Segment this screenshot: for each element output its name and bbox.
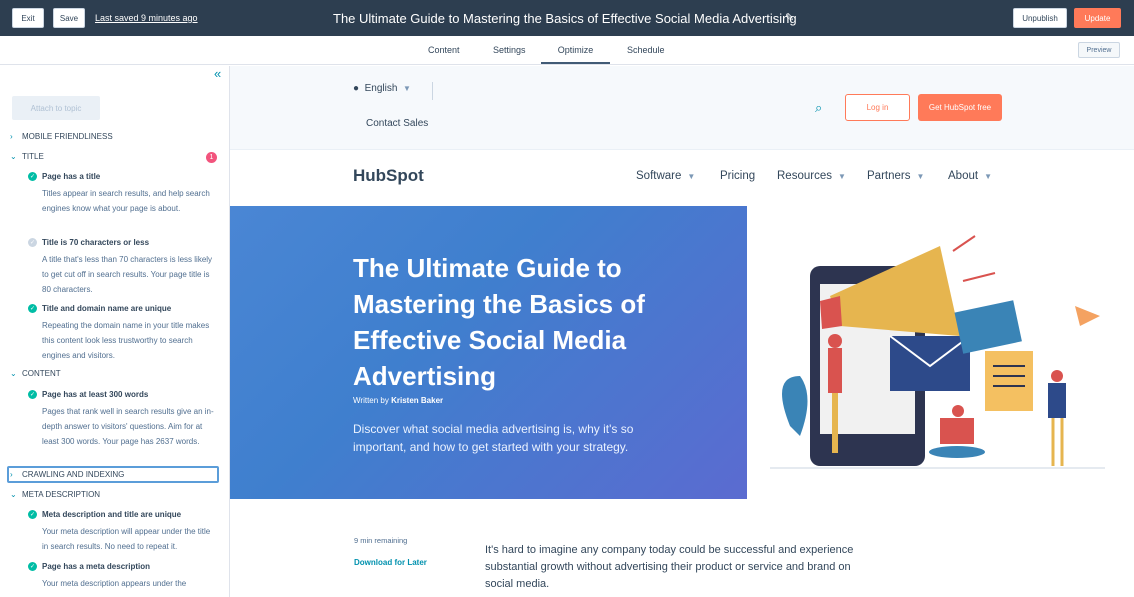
editor-tabs: Content Settings Optimize Schedule Previ…	[0, 36, 1134, 65]
nav-partners[interactable]: Partners ▼	[867, 170, 924, 182]
section-crawling-and-indexing[interactable]: › CRAWLING AND INDEXING	[10, 470, 124, 479]
section-mobile-friendliness[interactable]: › MOBILE FRIENDLINESS	[10, 132, 113, 141]
hubspot-logo[interactable]: HubSpot	[353, 166, 424, 186]
check-title: Title and domain name are unique	[42, 304, 172, 313]
caret-down-icon: ▼	[984, 172, 992, 181]
pencil-icon[interactable]: ✎	[785, 11, 794, 24]
check-description: Repeating the domain name in your title …	[42, 321, 210, 360]
attach-to-topic-button[interactable]: Attach to topic	[12, 96, 100, 120]
tab-optimize[interactable]: Optimize	[541, 45, 610, 64]
nav-pricing[interactable]: Pricing	[720, 170, 755, 182]
exit-button[interactable]: Exit	[12, 8, 44, 28]
hero-banner: The Ultimate Guide to Mastering the Basi…	[230, 206, 747, 499]
author-line: Written by Kristen Baker	[353, 396, 444, 405]
check-title: Meta description and title are unique	[42, 510, 182, 519]
language-switcher[interactable]: ● English ▼	[353, 83, 411, 94]
check-description: Pages that rank well in search results g…	[42, 407, 214, 446]
chevron-down-icon: ⌄	[10, 369, 17, 378]
author-name[interactable]: Kristen Baker	[391, 396, 443, 405]
hero-subtitle: Discover what social media advertising i…	[353, 422, 634, 454]
check-pass-icon: ✓	[28, 510, 37, 519]
update-button[interactable]: Update	[1074, 8, 1121, 28]
divider	[432, 82, 433, 100]
check-description: Your meta description will appear under …	[42, 527, 211, 551]
check-pass-icon: ✓	[28, 172, 37, 181]
chevron-down-icon: ⌄	[10, 490, 17, 499]
globe-icon: ●	[353, 83, 360, 94]
section-title[interactable]: ⌄ TITLE	[10, 152, 44, 161]
site-utility-header: ● English ▼ Contact Sales ⌕ Log in Get H…	[230, 66, 1134, 150]
contact-sales-link[interactable]: Contact Sales	[366, 118, 428, 129]
check-description: Your meta description appears under the	[42, 579, 187, 588]
get-hubspot-free-button[interactable]: Get HubSpot free	[918, 94, 1002, 121]
check-description: Titles appear in search results, and hel…	[42, 189, 210, 213]
caret-down-icon: ▼	[402, 84, 411, 93]
check-title: Page has a title	[42, 172, 101, 181]
check-pass-icon: ✓	[28, 304, 37, 313]
nav-resources[interactable]: Resources ▼	[777, 170, 846, 182]
editor-top-bar: Exit Save Last saved 9 minutes ago The U…	[0, 0, 1134, 36]
check-description: A title that's less than 70 characters i…	[42, 255, 213, 294]
reading-time: 9 min remaining	[354, 536, 408, 545]
issue-count-badge: 1	[206, 152, 217, 163]
tab-settings[interactable]: Settings	[493, 45, 526, 55]
page-preview: ● English ▼ Contact Sales ⌕ Log in Get H…	[230, 66, 1134, 597]
optimize-sidebar: « Attach to topic › MOBILE FRIENDLINESS ⌄…	[0, 66, 230, 597]
tab-content[interactable]: Content	[428, 45, 460, 55]
collapse-sidebar-icon[interactable]: «	[214, 66, 221, 81]
nav-about[interactable]: About ▼	[948, 170, 992, 182]
nav-software[interactable]: Software ▼	[636, 170, 695, 182]
section-content[interactable]: ⌄ CONTENT	[10, 369, 61, 378]
hero-title: The Ultimate Guide to Mastering the Basi…	[353, 253, 645, 391]
check-pass-icon: ✓	[28, 562, 37, 571]
megaphone-shape	[830, 246, 960, 336]
download-for-later-link[interactable]: Download for Later	[354, 558, 427, 567]
caret-down-icon: ▼	[687, 172, 696, 181]
document-shape	[985, 351, 1033, 411]
chevron-right-icon: ›	[10, 470, 13, 479]
check-title: Page has a meta description	[42, 562, 151, 571]
article-body: It's hard to imagine any company today c…	[485, 544, 854, 590]
unpublish-button[interactable]: Unpublish	[1013, 8, 1067, 28]
caret-down-icon: ▼	[916, 172, 925, 181]
caret-down-icon: ▼	[837, 172, 846, 181]
check-fail-icon: ✓	[28, 238, 37, 247]
check-title: Page has at least 300 words	[42, 390, 149, 399]
check-pass-icon: ✓	[28, 390, 37, 399]
search-icon[interactable]: ⌕	[815, 100, 822, 116]
tab-schedule[interactable]: Schedule	[627, 45, 665, 55]
preview-button[interactable]: Preview	[1078, 42, 1120, 58]
save-button[interactable]: Save	[53, 8, 85, 28]
section-meta-description[interactable]: ⌄ META DESCRIPTION	[10, 490, 100, 499]
last-saved-link[interactable]: Last saved 9 minutes ago	[95, 13, 198, 23]
chevron-right-icon: ›	[10, 132, 13, 141]
hero-illustration	[770, 235, 1105, 469]
chevron-down-icon: ⌄	[10, 152, 17, 161]
page-title[interactable]: The Ultimate Guide to Mastering the Basi…	[333, 11, 797, 26]
check-title: Title is 70 characters or less	[42, 238, 150, 247]
login-button[interactable]: Log in	[845, 94, 910, 121]
